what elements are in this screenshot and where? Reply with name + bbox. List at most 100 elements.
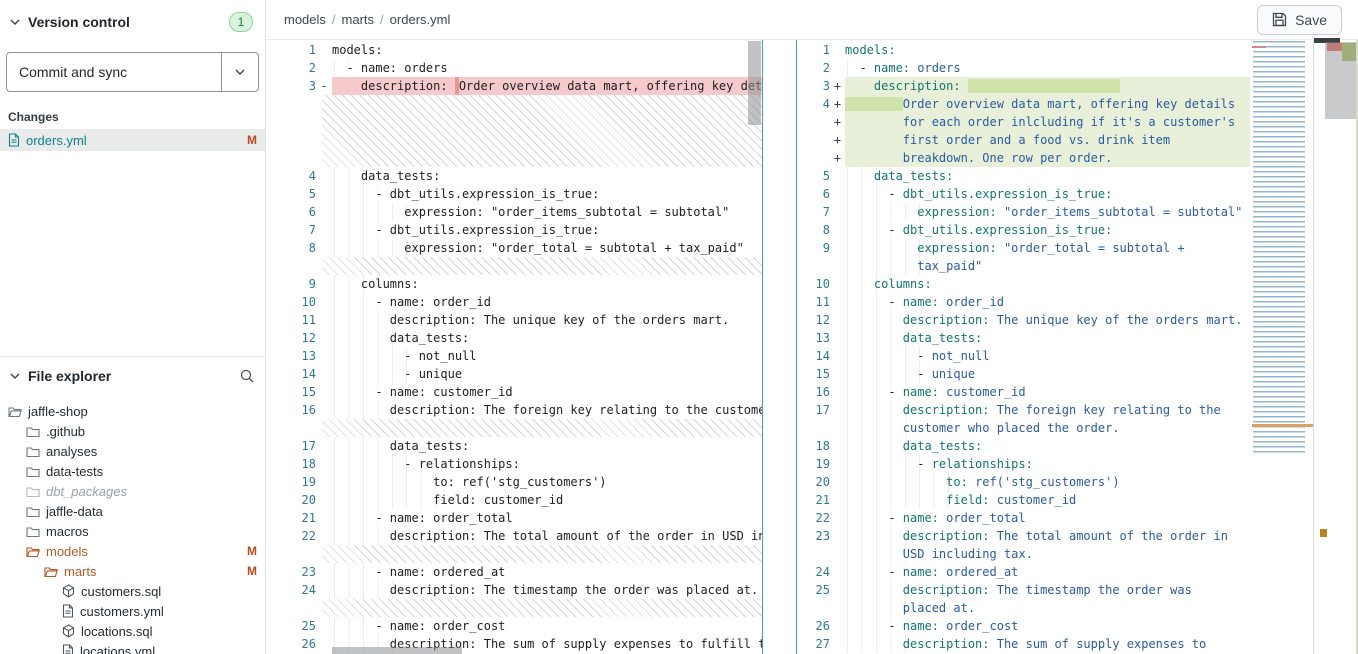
version-control-header[interactable]: Version control 1 (0, 0, 265, 44)
minimap[interactable] (1252, 41, 1313, 455)
file-tree-item-data-tests[interactable]: data-tests (0, 461, 265, 481)
editor-header: models/marts/orders.yml Save (266, 0, 1358, 40)
diff-line-added[interactable]: 3+ description: (797, 77, 1250, 95)
file-tree-item-analyses[interactable]: analyses (0, 441, 265, 461)
diff-line[interactable]: 11 description: The unique key of the or… (266, 311, 762, 329)
diff-line[interactable]: 12 data_tests: (266, 329, 762, 347)
diff-marker: + (830, 95, 845, 113)
diff-line[interactable]: 13 data_tests: (797, 329, 1250, 347)
diff-line[interactable]: 9 columns: (266, 275, 762, 293)
file-tree-item-.github[interactable]: .github (0, 421, 265, 441)
file-tree-item-locations.yml[interactable]: locations.yml (0, 641, 265, 654)
diff-alignment-spacer (322, 545, 762, 563)
diff-line[interactable]: 5 data_tests: (797, 167, 1250, 185)
file-tree-label: analyses (46, 444, 97, 459)
diff-line[interactable]: 11 - name: order_id (797, 293, 1250, 311)
diff-marker (830, 311, 845, 329)
diff-line-added[interactable]: 4+ Order overview data mart, offering ke… (797, 95, 1250, 113)
diff-line[interactable]: 17 data_tests: (266, 437, 762, 455)
diff-line[interactable]: 18 - relationships: (266, 455, 762, 473)
vertical-scrollbar-thumb[interactable] (748, 41, 761, 125)
file-tree-item-jaffle-shop[interactable]: jaffle-shop (0, 401, 265, 421)
diff-line[interactable]: 7 expression: "order_items_subtotal = su… (797, 203, 1250, 221)
save-button[interactable]: Save (1257, 5, 1342, 35)
commit-and-sync-button[interactable]: Commit and sync (7, 53, 221, 91)
line-number: 5 (266, 185, 316, 203)
diff-line[interactable]: 1models: (266, 41, 762, 59)
line-number: 25 (797, 581, 830, 599)
diff-line[interactable]: 19 to: ref('stg_customers') (266, 473, 762, 491)
breadcrumb-item-models[interactable]: models (284, 12, 326, 27)
diff-line[interactable]: 8 - dbt_utils.expression_is_true: (797, 221, 1250, 239)
diff-line[interactable]: 21 - name: order_total (266, 509, 762, 527)
diff-marker (830, 437, 845, 455)
diff-line[interactable]: USD including tax. (797, 545, 1250, 563)
diff-line[interactable]: 4 data_tests: (266, 167, 762, 185)
diff-line[interactable]: 16 - name: customer_id (797, 383, 1250, 401)
file-tree-item-locations.sql[interactable]: locations.sql (0, 621, 265, 641)
diff-line[interactable]: 6 - dbt_utils.expression_is_true: (797, 185, 1250, 203)
diff-line[interactable]: 15 - unique (797, 365, 1250, 383)
diff-line[interactable]: 7 - dbt_utils.expression_is_true: (266, 221, 762, 239)
diff-line[interactable]: placed at. (797, 599, 1250, 617)
line-number: 19 (266, 473, 316, 491)
diff-sash[interactable] (762, 40, 797, 654)
diff-line[interactable]: 26 - name: order_cost (797, 617, 1250, 635)
diff-line[interactable]: 5 - dbt_utils.expression_is_true: (266, 185, 762, 203)
diff-line[interactable]: 16 description: The foreign key relating… (266, 401, 762, 419)
line-number: 24 (797, 563, 830, 581)
horizontal-scrollbar-thumb[interactable] (332, 647, 462, 654)
diff-line[interactable]: tax_paid" (797, 257, 1250, 275)
diff-line-added[interactable]: + first order and a food vs. drink item (797, 131, 1250, 149)
breadcrumb-item-orders.yml[interactable]: orders.yml (390, 12, 451, 27)
diff-line[interactable]: 23 - name: ordered_at (266, 563, 762, 581)
diff-line-added[interactable]: + breakdown. One row per order. (797, 149, 1250, 167)
file-tree-item-customers.yml[interactable]: customers.yml (0, 601, 265, 621)
diff-line[interactable]: 27 description: The sum of supply expens… (797, 635, 1250, 653)
diff-line[interactable]: 13 - not_null (266, 347, 762, 365)
breadcrumb-separator: / (332, 12, 336, 27)
file-tree-item-models[interactable]: modelsM (0, 541, 265, 561)
commit-options-button[interactable] (221, 53, 258, 91)
diff-line[interactable]: 14 - unique (266, 365, 762, 383)
diff-line[interactable]: 10 columns: (797, 275, 1250, 293)
diff-line[interactable]: 21 field: customer_id (797, 491, 1250, 509)
diff-line[interactable]: customer who placed the order. (797, 419, 1250, 437)
search-icon[interactable] (239, 368, 255, 384)
diff-line[interactable]: 23 description: The total amount of the … (797, 527, 1250, 545)
file-tree-item-dbt_packages[interactable]: dbt_packages (0, 481, 265, 501)
breadcrumb-item-marts[interactable]: marts (342, 12, 375, 27)
diff-line[interactable]: 2 - name: orders (266, 59, 762, 77)
diff-line[interactable]: 25 description: The timestamp the order … (797, 581, 1250, 599)
file-tree-item-macros[interactable]: macros (0, 521, 265, 541)
diff-line[interactable]: 15 - name: customer_id (266, 383, 762, 401)
diff-line[interactable]: 12 description: The unique key of the or… (797, 311, 1250, 329)
diff-line[interactable]: 25 - name: order_cost (266, 617, 762, 635)
diff-line[interactable]: 24 - name: ordered_at (797, 563, 1250, 581)
diff-line[interactable]: 8 expression: "order_total = subtotal + … (266, 239, 762, 257)
diff-line[interactable]: 1models: (797, 41, 1250, 59)
diff-marker (316, 509, 332, 527)
diff-line[interactable]: 22 - name: order_total (797, 509, 1250, 527)
file-tree-item-customers.sql[interactable]: customers.sql (0, 581, 265, 601)
diff-line[interactable]: 24 description: The timestamp the order … (266, 581, 762, 599)
diff-line-added[interactable]: + for each order inlcluding if it's a cu… (797, 113, 1250, 131)
diff-line[interactable]: 22 description: The total amount of the … (266, 527, 762, 545)
diff-marker (830, 527, 845, 545)
diff-line[interactable]: 9 expression: "order_total = subtotal + (797, 239, 1250, 257)
diff-line[interactable]: 10 - name: order_id (266, 293, 762, 311)
diff-line[interactable]: 17 description: The foreign key relating… (797, 401, 1250, 419)
line-number: 21 (797, 491, 830, 509)
diff-line[interactable]: 19 - relationships: (797, 455, 1250, 473)
diff-line-removed[interactable]: 3- description: Order overview data mart… (266, 77, 762, 95)
changed-file-orders-yml[interactable]: orders.yml M (0, 129, 265, 151)
diff-line[interactable]: 14 - not_null (797, 347, 1250, 365)
file-tree-item-jaffle-data[interactable]: jaffle-data (0, 501, 265, 521)
file-tree-item-marts[interactable]: martsM (0, 561, 265, 581)
diff-line[interactable]: 6 expression: "order_items_subtotal = su… (266, 203, 762, 221)
file-explorer-header[interactable]: File explorer (0, 357, 265, 395)
diff-line[interactable]: 20 to: ref('stg_customers') (797, 473, 1250, 491)
diff-line[interactable]: 2 - name: orders (797, 59, 1250, 77)
diff-line[interactable]: 18 data_tests: (797, 437, 1250, 455)
diff-line[interactable]: 20 field: customer_id (266, 491, 762, 509)
